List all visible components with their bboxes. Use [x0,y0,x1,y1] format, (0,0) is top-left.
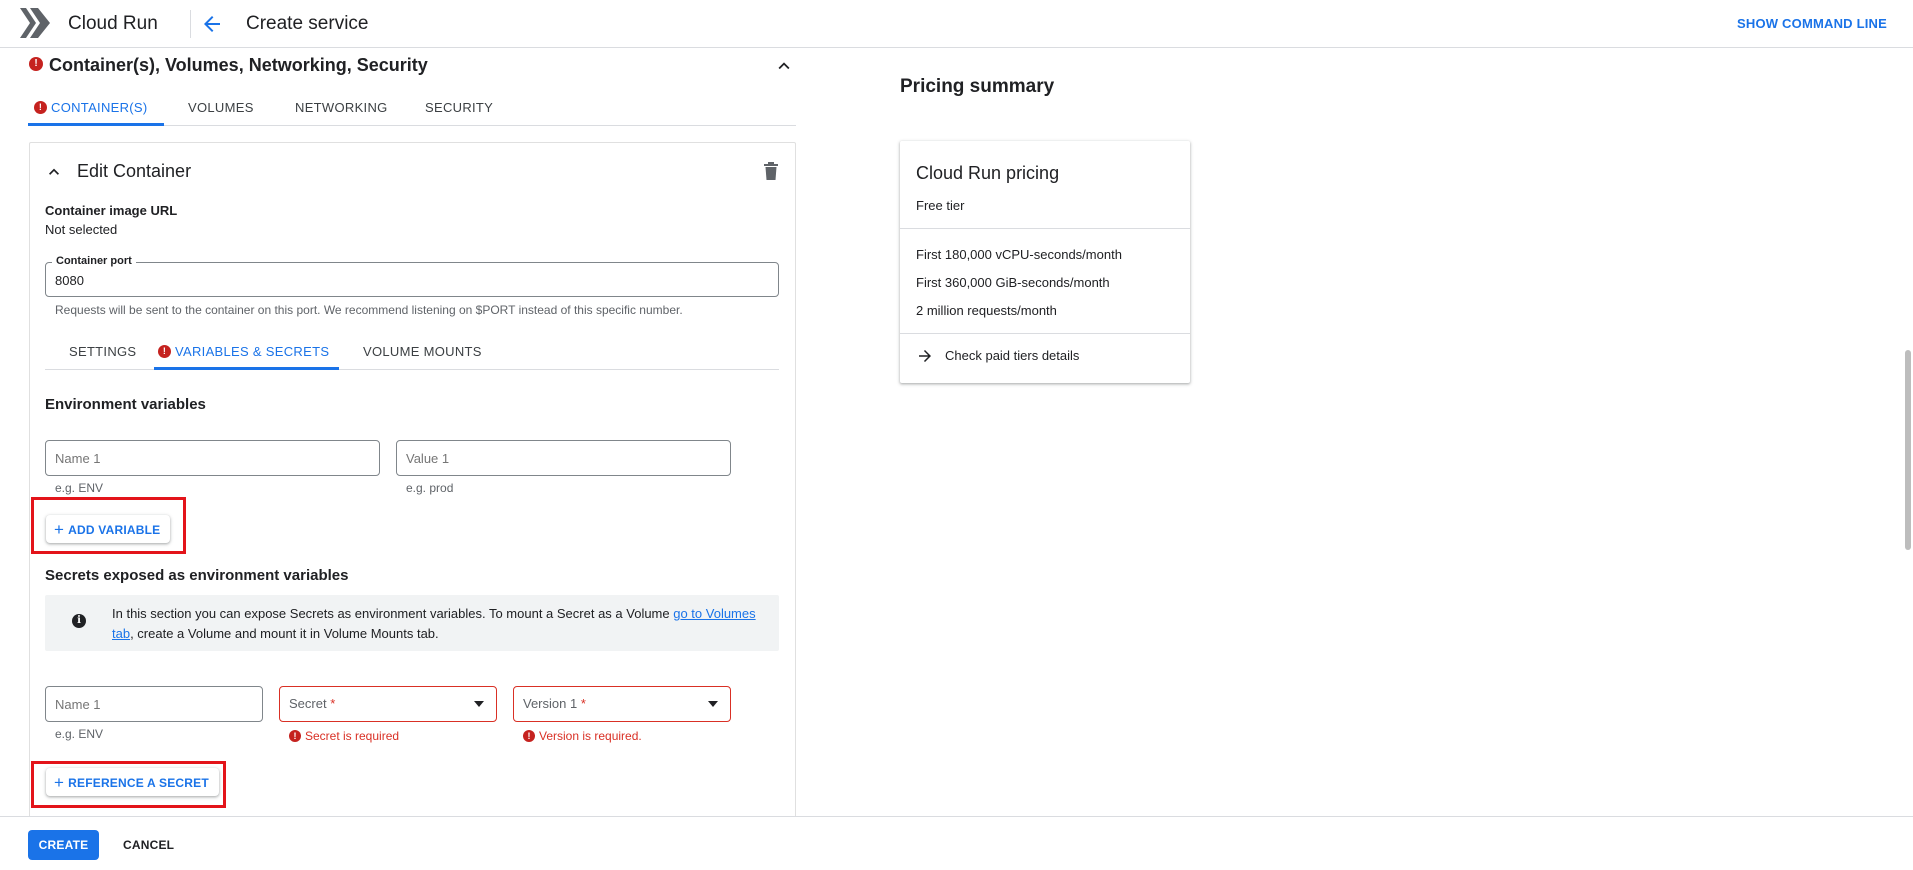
env-name-input[interactable] [45,440,380,476]
divider [900,333,1190,334]
arrow-right-icon [919,350,931,362]
secrets-heading: Secrets exposed as environment variables [45,567,349,584]
tab-volume-mounts[interactable]: VOLUME MOUNTS [363,344,482,359]
image-url-label: Container image URL [45,203,178,218]
info-icon: i [72,614,86,628]
pricing-card: Cloud Run pricing Free tier First 180,00… [900,141,1190,383]
page-title: Create service [246,13,369,34]
dropdown-arrow-icon [708,701,718,707]
top-app-bar: Cloud Run Create service SHOW COMMAND LI… [0,0,1913,48]
tab-variables-secrets-label: VARIABLES & SECRETS [175,344,330,359]
container-port-hint: Requests will be sent to the container o… [55,303,683,317]
delete-icon[interactable] [763,162,779,180]
info-text-end: , create a Volume and mount it in Volume… [130,626,439,641]
version-select-label: Version 1 [523,696,578,711]
app-name[interactable]: Cloud Run [68,13,158,35]
section-heading: ! Container(s), Volumes, Networking, Secu… [29,55,428,76]
tab-security[interactable]: SECURITY [425,100,493,115]
bottom-action-bar: CREATE CANCEL [0,816,1913,870]
scrollbar[interactable] [1905,350,1911,550]
edit-container-title: Edit Container [77,161,192,181]
cancel-button[interactable]: CANCEL [113,830,184,860]
active-subtab-indicator [154,367,339,370]
reference-secret-button[interactable]: + REFERENCE A SECRET [46,768,219,796]
tab-volumes[interactable]: VOLUMES [188,100,254,115]
tab-containers-label: CONTAINER(S) [51,100,148,115]
version-select[interactable]: Version 1 * [513,686,731,722]
error-icon: ! [289,729,301,742]
secrets-info-banner: i In this section you can expose Secrets… [45,595,779,651]
info-text-start: In this section you can expose Secrets a… [112,606,674,621]
env-value-hint: e.g. prod [406,481,454,495]
chevron-up-icon[interactable] [773,55,795,77]
pricing-line: 2 million requests/month [916,303,1057,318]
secret-select[interactable]: Secret * [279,686,497,722]
section-heading-label: Container(s), Volumes, Networking, Secur… [49,55,428,75]
container-port-label: Container port [52,255,136,267]
create-button[interactable]: CREATE [28,830,99,860]
container-port-value[interactable]: 8080 [55,273,84,288]
tab-variables-secrets[interactable]: ! VARIABLES & SECRETS [158,344,329,359]
env-value-input[interactable] [396,440,731,476]
error-icon: ! [29,57,43,72]
secret-env-name-input[interactable] [45,686,263,722]
back-arrow-icon[interactable] [200,12,224,36]
plus-icon: + [54,520,65,539]
secret-select-label: Secret [289,696,327,711]
required-asterisk: * [330,696,336,711]
version-error: ! Version is required. [523,729,642,743]
pricing-card-title: Cloud Run pricing [916,163,1060,183]
pricing-summary-heading: Pricing summary [900,76,1055,97]
required-asterisk: * [580,696,586,711]
secret-error-text: Secret is required [305,729,400,743]
chevron-up-icon[interactable] [44,162,64,182]
dropdown-arrow-icon [474,701,484,707]
header-divider [190,10,191,38]
reference-secret-label: REFERENCE A SECRET [68,776,209,790]
pricing-line: First 360,000 GiB-seconds/month [916,275,1110,290]
add-variable-button[interactable]: + ADD VARIABLE [46,515,171,543]
tab-settings[interactable]: SETTINGS [69,344,136,359]
cloud-run-logo [20,8,50,38]
section-tabs: ! CONTAINER(S) VOLUMES NETWORKING SECURIT… [28,92,796,126]
container-port-field[interactable]: Container port 8080 [45,255,779,297]
tab-networking[interactable]: NETWORKING [295,100,388,115]
plus-icon: + [54,773,65,792]
divider [900,228,1190,229]
add-variable-label: ADD VARIABLE [68,523,161,537]
env-vars-heading: Environment variables [45,396,206,413]
secrets-info-text: In this section you can expose Secrets a… [112,604,762,644]
error-icon: ! [158,345,171,359]
tab-containers[interactable]: ! CONTAINER(S) [34,100,148,115]
show-command-line-button[interactable]: SHOW COMMAND LINE [1737,16,1887,31]
error-icon: ! [523,729,535,742]
check-paid-tiers-label: Check paid tiers details [945,348,1080,363]
container-subtabs: SETTINGS ! VARIABLES & SECRETS VOLUME MOU… [45,338,779,370]
free-tier-label: Free tier [916,198,965,213]
error-icon: ! [34,101,47,115]
pricing-line: First 180,000 vCPU-seconds/month [916,247,1122,262]
version-error-text: Version is required. [539,729,642,743]
secret-error: ! Secret is required [289,729,399,743]
env-name-hint: e.g. ENV [55,481,104,495]
image-url-value: Not selected [45,222,118,237]
secret-env-name-hint: e.g. ENV [55,727,104,741]
active-tab-indicator [28,123,164,126]
